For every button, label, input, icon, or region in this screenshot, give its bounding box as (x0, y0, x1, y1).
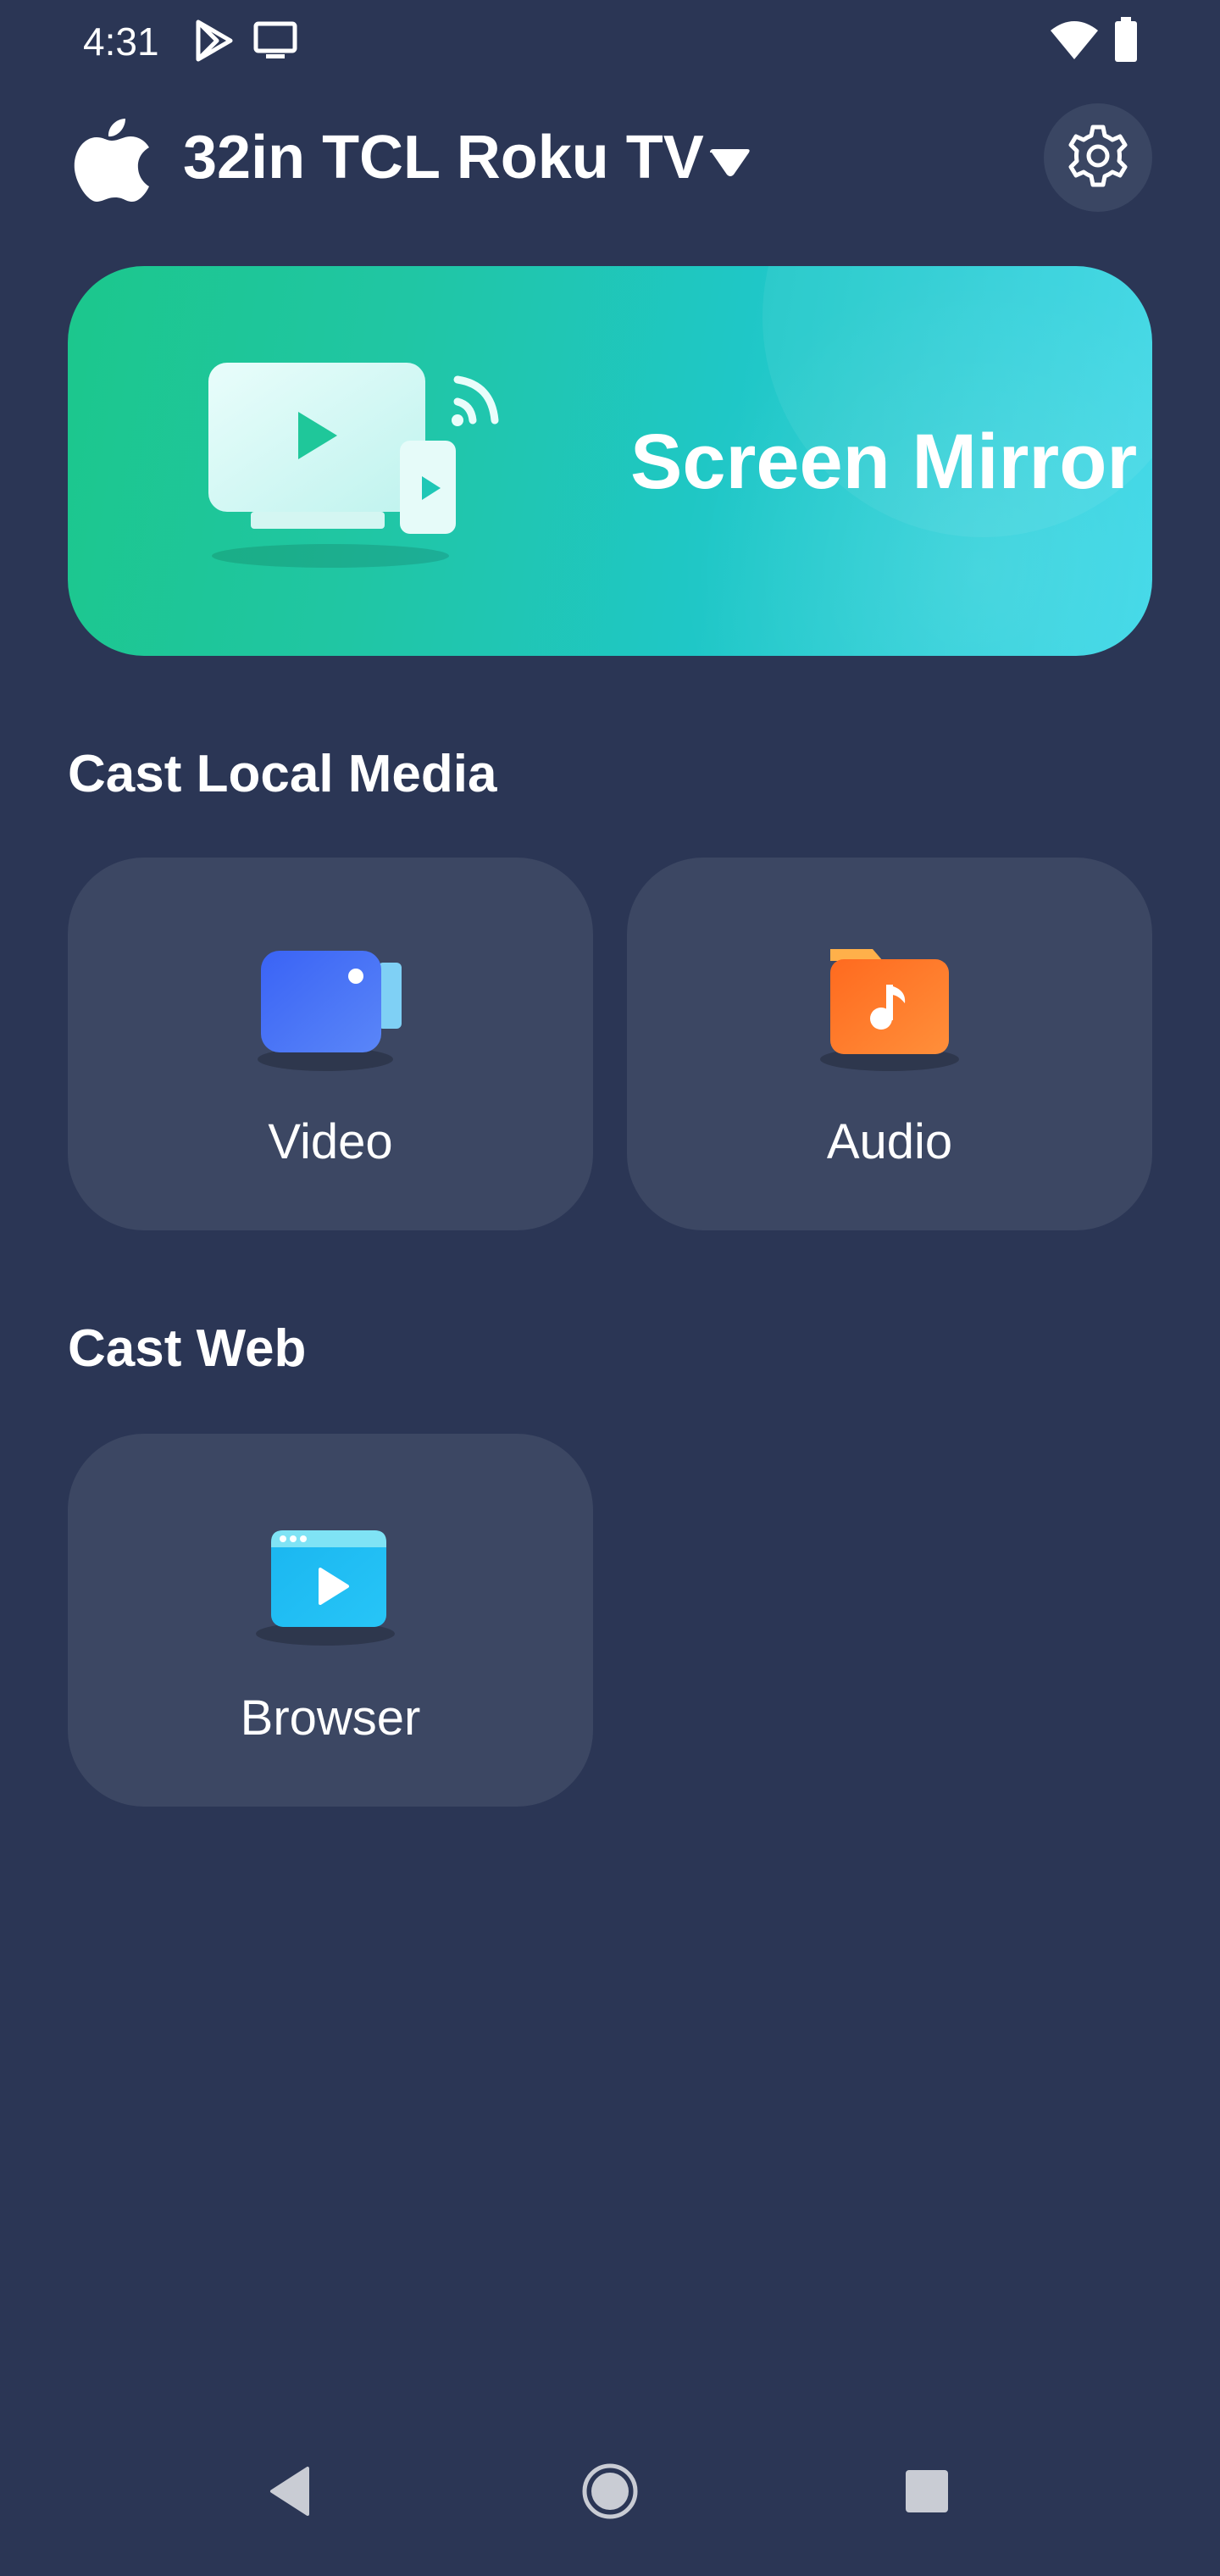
video-camera-icon (254, 942, 407, 1078)
battery-icon (1113, 17, 1139, 67)
recents-icon[interactable] (876, 2440, 978, 2542)
wifi-icon (1049, 19, 1100, 65)
cast-screen-icon (252, 19, 298, 67)
tv-phone-cast-icon (203, 359, 576, 580)
caret-down-icon[interactable] (707, 146, 754, 180)
home-icon[interactable] (559, 2440, 661, 2542)
play-store-icon (191, 19, 236, 67)
browser-play-icon (254, 1518, 407, 1654)
device-name[interactable]: 32in TCL Roku TV (183, 119, 704, 197)
gear-icon (1064, 122, 1132, 194)
cast-local-media-title: Cast Local Media (68, 745, 497, 803)
browser-tile[interactable]: Browser (68, 1434, 593, 1807)
settings-button[interactable] (1044, 103, 1152, 212)
browser-label: Browser (240, 1690, 421, 1746)
back-icon[interactable] (241, 2440, 342, 2542)
screen-mirror-label: Screen Mirror (630, 419, 1138, 505)
cast-web-title: Cast Web (68, 1319, 307, 1378)
status-time: 4:31 (83, 19, 159, 64)
screen-mirror-card[interactable]: Screen Mirror (68, 266, 1152, 656)
video-tile[interactable]: Video (68, 858, 593, 1230)
audio-label: Audio (826, 1114, 953, 1169)
video-label: Video (268, 1114, 393, 1169)
apple-icon (73, 114, 151, 202)
music-folder-icon (813, 942, 966, 1078)
status-bar: 4:31 (0, 0, 1220, 85)
audio-tile[interactable]: Audio (627, 858, 1152, 1230)
navigation-bar (0, 2440, 1220, 2576)
